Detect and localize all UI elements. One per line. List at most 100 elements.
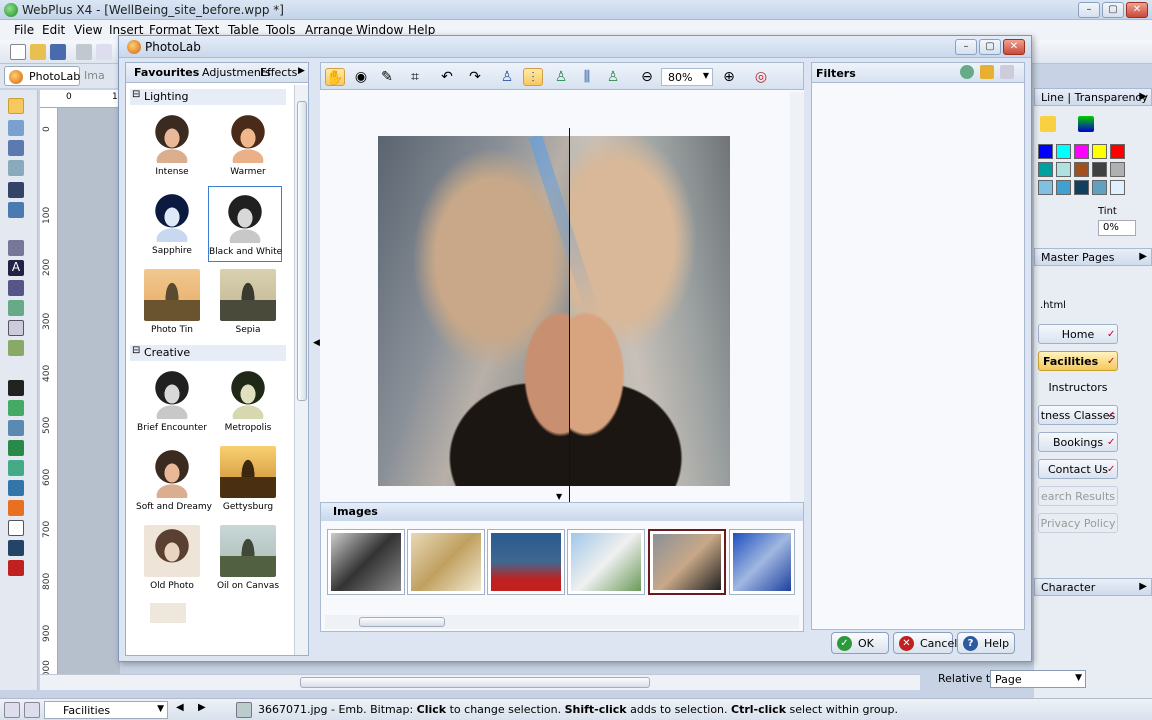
open-icon[interactable] bbox=[30, 44, 46, 60]
color-swatch[interactable] bbox=[1110, 144, 1125, 159]
site-page-item[interactable]: Bookings ✓ bbox=[1038, 432, 1118, 452]
help-button[interactable]: ? Help bbox=[957, 632, 1015, 654]
button-tool-icon[interactable] bbox=[8, 540, 24, 556]
main-horizontal-scrollbar[interactable] bbox=[40, 674, 920, 690]
tab-favourites[interactable]: Favourites bbox=[134, 66, 199, 79]
zoom-select[interactable]: 80% ▼ bbox=[661, 68, 713, 86]
image-thumb-3[interactable] bbox=[487, 529, 565, 595]
site-page-item[interactable]: Facilities ✓ bbox=[1038, 351, 1118, 371]
line-tool-icon[interactable] bbox=[8, 340, 24, 356]
pages-icon[interactable] bbox=[24, 702, 40, 718]
color-swatch[interactable] bbox=[1056, 180, 1071, 195]
pointer-tool-icon[interactable] bbox=[8, 98, 24, 114]
html-tool-icon[interactable] bbox=[8, 400, 24, 416]
images-hscrollbar[interactable] bbox=[325, 615, 799, 629]
side-by-side-icon[interactable]: ⫼ bbox=[577, 68, 597, 86]
menu-file[interactable]: File bbox=[14, 23, 34, 37]
menu-view[interactable]: View bbox=[74, 23, 102, 37]
blemish-icon[interactable]: ✎ bbox=[377, 68, 397, 86]
filter-oil-on-canvas[interactable]: Oil on Canvas bbox=[212, 521, 284, 597]
color-swatch[interactable] bbox=[1074, 162, 1089, 177]
character-tab[interactable]: Character ▶ bbox=[1034, 578, 1152, 596]
panel-splitter[interactable]: ◀ bbox=[313, 62, 320, 656]
site-page-item[interactable]: Instructors bbox=[1038, 378, 1118, 398]
color-swatch[interactable] bbox=[1074, 144, 1089, 159]
category-lighting[interactable]: Lighting bbox=[130, 89, 286, 105]
site-page-item[interactable]: tness Classes ✓ bbox=[1038, 405, 1118, 425]
color-swatch[interactable] bbox=[1110, 162, 1125, 177]
save-filter-icon[interactable] bbox=[1000, 65, 1014, 79]
crop-tool-icon[interactable] bbox=[8, 140, 24, 156]
prev-page-button[interactable]: ◀ bbox=[176, 702, 184, 713]
media-tool-icon[interactable] bbox=[8, 380, 24, 396]
above-below-icon[interactable]: ♙ bbox=[603, 68, 623, 86]
ok-button[interactable]: ✓ OK bbox=[831, 632, 889, 654]
split-view-vertical-icon[interactable]: ⫶ bbox=[523, 68, 543, 86]
copy-icon[interactable] bbox=[96, 44, 112, 60]
zoom-out-icon[interactable]: ⊖ bbox=[637, 68, 657, 86]
navbar-tool-icon[interactable] bbox=[8, 460, 24, 476]
filter-metropolis[interactable]: Metropolis bbox=[212, 363, 284, 439]
color-swatch[interactable] bbox=[1092, 162, 1107, 177]
filter-photo-tin[interactable]: Photo Tin bbox=[136, 265, 208, 341]
page-select[interactable]: Facilities ▼ bbox=[44, 701, 168, 719]
image-doc-tab[interactable]: Ima bbox=[84, 69, 105, 82]
filter-gettysburg[interactable]: Gettysburg bbox=[212, 442, 284, 518]
close-button[interactable]: ✕ bbox=[1126, 2, 1148, 18]
image-thumb-4[interactable] bbox=[567, 529, 645, 595]
rotate-tool-icon[interactable] bbox=[8, 120, 24, 136]
rss-tool-icon[interactable] bbox=[8, 500, 24, 516]
filter-intense[interactable]: Intense bbox=[136, 107, 208, 183]
frame-tool-icon[interactable] bbox=[8, 182, 24, 198]
filter-sepia[interactable]: Sepia bbox=[212, 265, 284, 341]
zoom-tool-icon[interactable] bbox=[8, 480, 24, 496]
split-view-horizontal-icon[interactable]: ♙ bbox=[551, 68, 571, 86]
menu-edit[interactable]: Edit bbox=[42, 23, 65, 37]
cancel-button[interactable]: ✕ Cancel bbox=[893, 632, 957, 654]
master-pages-tab[interactable]: Master Pages ▶ bbox=[1034, 248, 1152, 266]
image-thumb-2[interactable] bbox=[407, 529, 485, 595]
photolab-doc-tab[interactable]: PhotoLab bbox=[4, 66, 80, 86]
stop-tool-icon[interactable] bbox=[8, 560, 24, 576]
line-transparency-tab[interactable]: Line | Transparency ▶ bbox=[1034, 88, 1152, 106]
fill-icon[interactable] bbox=[1040, 116, 1056, 132]
next-page-button[interactable]: ▶ bbox=[198, 702, 206, 713]
gradient-icon[interactable] bbox=[1078, 116, 1094, 132]
image-thumb-1[interactable] bbox=[327, 529, 405, 595]
color-swatch[interactable] bbox=[1092, 144, 1107, 159]
table-tool-icon[interactable] bbox=[8, 240, 24, 256]
relative-to-select[interactable]: Page ▼ bbox=[990, 670, 1086, 688]
filter-old-photo[interactable]: Old Photo bbox=[136, 521, 208, 597]
undo-icon[interactable]: ↶ bbox=[437, 68, 457, 86]
site-page-item[interactable]: Home ✓ bbox=[1038, 324, 1118, 344]
redo-icon[interactable]: ↷ bbox=[465, 68, 485, 86]
filter-sapphire[interactable]: Sapphire bbox=[136, 186, 208, 262]
category-creative[interactable]: Creative bbox=[130, 345, 286, 361]
color-swatch[interactable] bbox=[1038, 144, 1053, 159]
link-tool-icon[interactable] bbox=[8, 280, 24, 296]
color-swatch[interactable] bbox=[1110, 180, 1125, 195]
text-tool-icon[interactable]: A bbox=[8, 260, 24, 276]
flash-tool-icon[interactable] bbox=[8, 440, 24, 456]
lock-icon[interactable] bbox=[980, 65, 994, 79]
crop-icon[interactable]: ⌗ bbox=[405, 68, 425, 86]
site-page-item[interactable]: earch Results bbox=[1038, 486, 1118, 506]
tabs-scroll-arrow-icon[interactable]: ▶ bbox=[298, 66, 305, 76]
image-thumb-6[interactable] bbox=[729, 529, 795, 595]
zoom-in-icon[interactable]: ⊕ bbox=[719, 68, 739, 86]
shape-tool-icon[interactable] bbox=[8, 320, 24, 336]
color-ring-icon[interactable]: ◎ bbox=[751, 68, 771, 86]
site-page-item[interactable]: Contact Us ✓ bbox=[1038, 459, 1118, 479]
form-tool-icon[interactable] bbox=[8, 420, 24, 436]
color-tool-icon[interactable] bbox=[8, 202, 24, 218]
dialog-close-button[interactable]: ✕ bbox=[1003, 39, 1025, 55]
original-view-icon[interactable]: ♙ bbox=[497, 68, 517, 86]
image-thumb-5[interactable] bbox=[648, 529, 726, 595]
filter-brief-encounter[interactable]: Brief Encounter bbox=[136, 363, 208, 439]
picture-tool-icon[interactable] bbox=[8, 300, 24, 316]
new-icon[interactable] bbox=[10, 44, 26, 60]
maximize-button[interactable]: ▢ bbox=[1102, 2, 1124, 18]
color-swatch[interactable] bbox=[1056, 162, 1071, 177]
color-swatch[interactable] bbox=[1074, 180, 1089, 195]
textbox-tool-icon[interactable] bbox=[8, 520, 24, 536]
